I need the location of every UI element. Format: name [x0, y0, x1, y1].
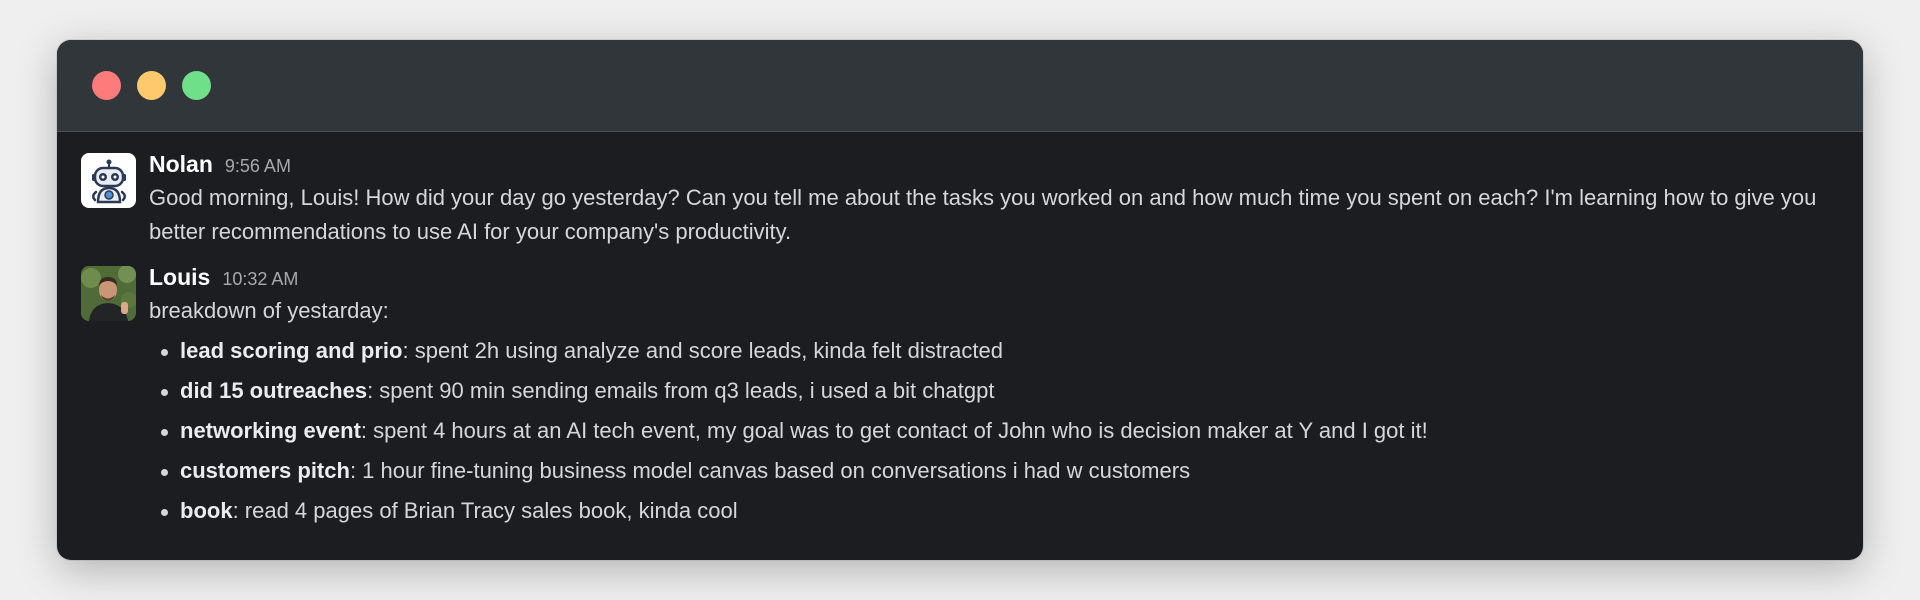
avatar[interactable] — [81, 266, 136, 321]
list-item: book: read 4 pages of Brian Tracy sales … — [149, 494, 1839, 528]
close-window-button[interactable] — [92, 71, 121, 100]
list-item-text: : spent 90 min sending emails from q3 le… — [367, 378, 995, 403]
list-item-text: : spent 4 hours at an AI tech event, my … — [360, 418, 1428, 443]
chat-window: Nolan 9:56 AM Good morning, Louis! How d… — [57, 40, 1863, 560]
message-header: Nolan 9:56 AM — [149, 151, 1839, 181]
title-bar — [57, 40, 1863, 132]
list-item-text: : spent 2h using analyze and score leads… — [402, 338, 1003, 363]
list-item-title: networking event — [180, 418, 361, 443]
user-photo — [81, 266, 136, 321]
message-list: Nolan 9:56 AM Good morning, Louis! How d… — [57, 132, 1863, 534]
list-item-title: lead scoring and prio — [180, 338, 403, 363]
list-item: lead scoring and prio: spent 2h using an… — [149, 334, 1839, 368]
list-item-text: : read 4 pages of Brian Tracy sales book… — [232, 498, 738, 523]
minimize-window-button[interactable] — [137, 71, 166, 100]
message: Nolan 9:56 AM Good morning, Louis! How d… — [81, 151, 1839, 249]
maximize-window-button[interactable] — [182, 71, 211, 100]
list-item: customers pitch: 1 hour fine-tuning busi… — [149, 454, 1839, 488]
avatar[interactable] — [81, 153, 136, 208]
list-item: networking event: spent 4 hours at an AI… — [149, 414, 1839, 448]
timestamp[interactable]: 9:56 AM — [225, 156, 291, 177]
robot-icon — [91, 159, 126, 203]
list-item: did 15 outreaches: spent 90 min sending … — [149, 374, 1839, 408]
message-text: breakdown of yestarday: — [149, 298, 389, 323]
bullet-list: lead scoring and prio: spent 2h using an… — [149, 334, 1839, 528]
author-name[interactable]: Louis — [149, 264, 210, 291]
message-body: Nolan 9:56 AM Good morning, Louis! How d… — [149, 151, 1839, 249]
list-item-title: book — [180, 498, 233, 523]
list-item-text: : 1 hour fine-tuning business model canv… — [349, 458, 1191, 483]
list-item-title: did 15 outreaches — [180, 378, 368, 403]
message-header: Louis 10:32 AM — [149, 264, 1839, 294]
list-item-title: customers pitch — [180, 458, 350, 483]
message-body: Louis 10:32 AM breakdown of yestarday: l… — [149, 264, 1839, 534]
timestamp[interactable]: 10:32 AM — [222, 269, 298, 290]
message-text: Good morning, Louis! How did your day go… — [149, 185, 1817, 244]
author-name[interactable]: Nolan — [149, 151, 213, 178]
message: Louis 10:32 AM breakdown of yestarday: l… — [81, 264, 1839, 534]
